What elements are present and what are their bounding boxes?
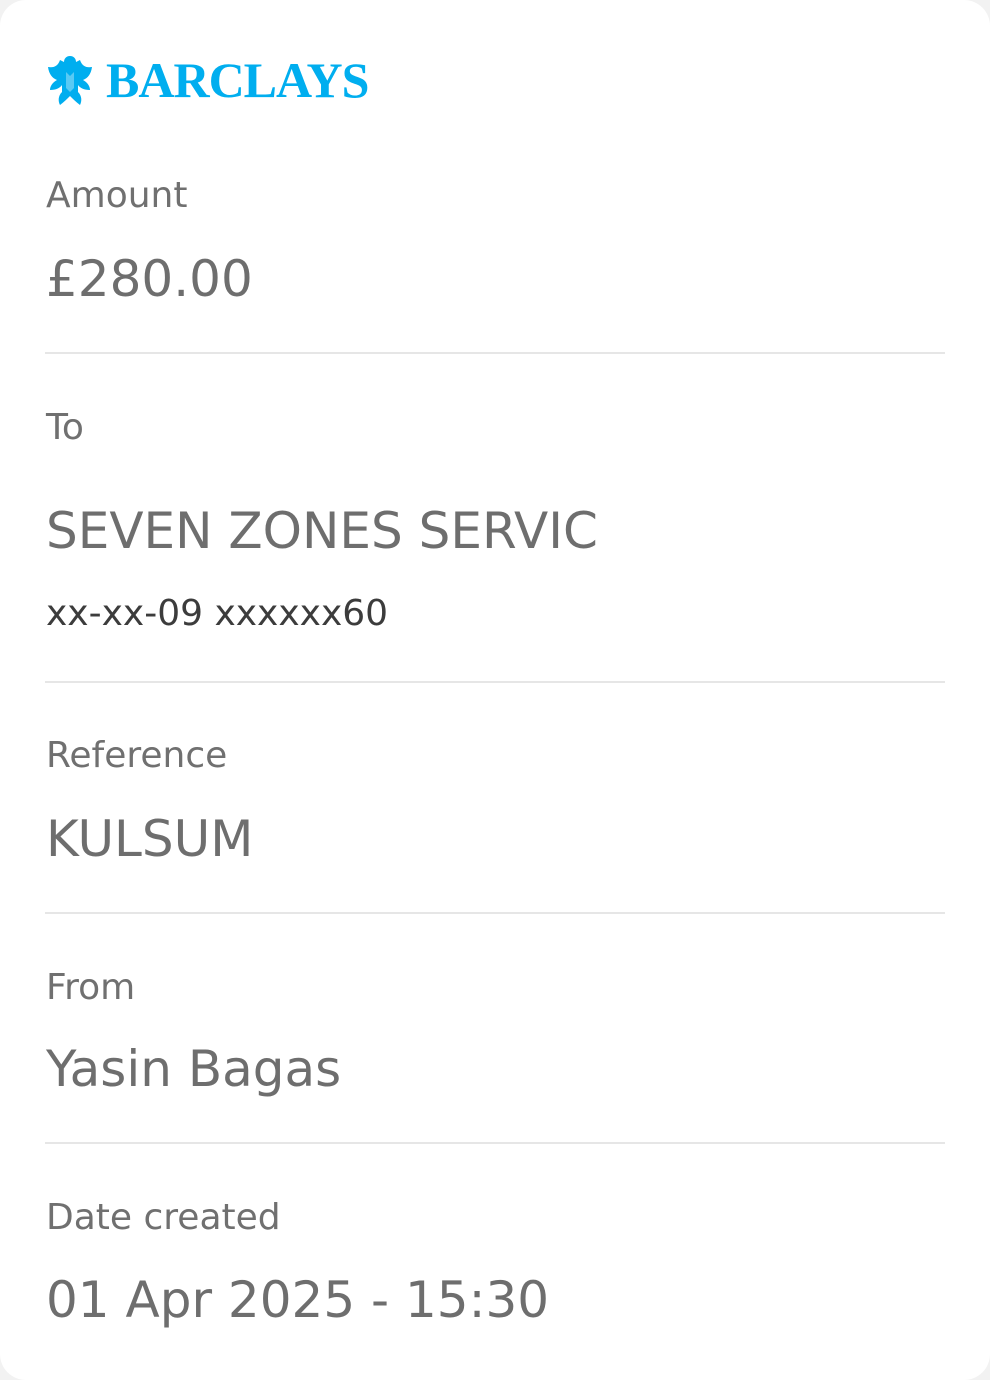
barclays-eagle-icon	[48, 56, 92, 105]
to-label: To	[46, 407, 84, 448]
from-label: From	[46, 967, 136, 1008]
divider	[45, 352, 945, 354]
date-created-value: 01 Apr 2025 - 15:30	[46, 1271, 550, 1329]
date-created-label: Date created	[46, 1197, 281, 1238]
brand-wordmark: BARCLAYS	[106, 52, 369, 108]
barclays-logo: BARCLAYS	[44, 50, 369, 110]
to-account-number: xx-xx-09 xxxxxx60	[46, 593, 389, 634]
divider	[45, 1142, 945, 1144]
reference-value: KULSUM	[46, 810, 254, 868]
payment-details-card: BARCLAYS Amount £280.00 To SEVEN ZONES S…	[0, 0, 990, 1380]
reference-label: Reference	[46, 735, 228, 776]
amount-value: £280.00	[46, 250, 253, 308]
amount-label: Amount	[46, 175, 188, 216]
divider	[45, 912, 945, 914]
divider	[45, 681, 945, 683]
from-value: Yasin Bagas	[46, 1040, 342, 1098]
to-name: SEVEN ZONES SERVIC	[46, 502, 598, 560]
